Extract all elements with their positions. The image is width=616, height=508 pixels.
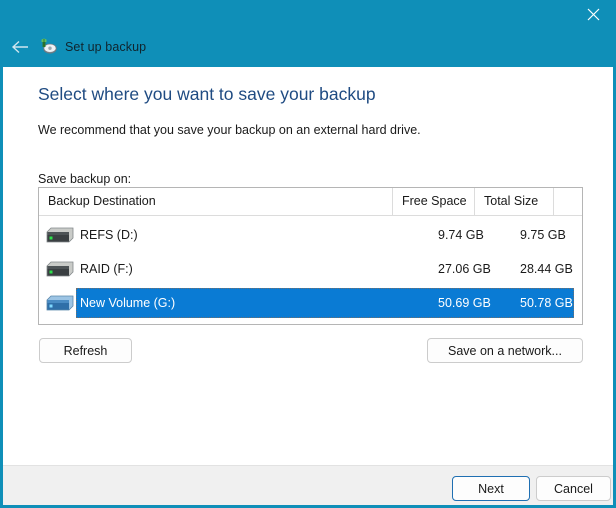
cell-total-size: 9.75 GB [520,228,566,242]
setup-backup-window: Set up backup Select where you want to s… [0,0,616,508]
table-row[interactable]: REFS (D:) 9.74 GB 9.75 GB [39,218,582,252]
close-icon [587,8,600,21]
table-row-selected[interactable]: New Volume (G:) 50.69 GB 50.78 GB [39,286,582,320]
cell-free-space: 27.06 GB [438,262,491,276]
cell-total-size: 50.78 GB [520,296,573,310]
hard-drive-icon [46,261,74,278]
hard-drive-icon-glyph [46,295,74,311]
title-nav-row: Set up backup [0,31,616,63]
cell-free-space: 9.74 GB [438,228,484,242]
close-button[interactable] [571,0,616,29]
destination-table-header: Backup Destination Free Space Total Size [39,188,582,216]
hard-drive-icon [46,227,74,244]
save-on-network-button[interactable]: Save on a network... [427,338,583,363]
column-header-spacer[interactable] [553,188,582,215]
backup-disk-icon [40,38,58,56]
destination-rows: REFS (D:) 9.74 GB 9.75 GB RAID (F:) 27.0… [39,216,582,320]
cell-total-size: 28.44 GB [520,262,573,276]
cell-destination-name: New Volume (G:) [80,296,176,310]
table-row-cells: RAID (F:) 27.06 GB 28.44 GB [76,254,574,284]
backup-destination-list: Backup Destination Free Space Total Size [38,187,583,325]
cell-destination-name: RAID (F:) [80,262,133,276]
cell-destination-name: REFS (D:) [80,228,138,242]
hard-drive-icon [46,295,74,312]
hard-drive-icon-glyph [46,261,74,277]
next-button[interactable]: Next [452,476,530,501]
column-header-total-size[interactable]: Total Size [474,188,553,215]
table-row[interactable]: RAID (F:) 27.06 GB 28.44 GB [39,252,582,286]
page-subtitle: We recommend that you save your backup o… [38,123,421,137]
footer-bar: Next Cancel [3,465,613,505]
title-bar: Set up backup [0,0,616,67]
backup-disk-icon-glyph [41,38,57,54]
table-row-cells: REFS (D:) 9.74 GB 9.75 GB [76,220,574,250]
column-header-backup-destination[interactable]: Backup Destination [39,188,392,215]
content-panel: Select where you want to save your backu… [3,67,613,465]
window-title: Set up backup [65,40,147,54]
cancel-button[interactable]: Cancel [536,476,611,501]
back-arrow-icon [11,40,28,54]
table-row-cells: New Volume (G:) 50.69 GB 50.78 GB [76,288,574,318]
cell-free-space: 50.69 GB [438,296,491,310]
back-button[interactable] [3,33,37,61]
page-title: Select where you want to save your backu… [38,84,376,104]
save-backup-on-label: Save backup on: [38,172,132,186]
column-header-free-space[interactable]: Free Space [392,188,474,215]
refresh-button[interactable]: Refresh [39,338,132,363]
hard-drive-icon-glyph [46,227,74,243]
